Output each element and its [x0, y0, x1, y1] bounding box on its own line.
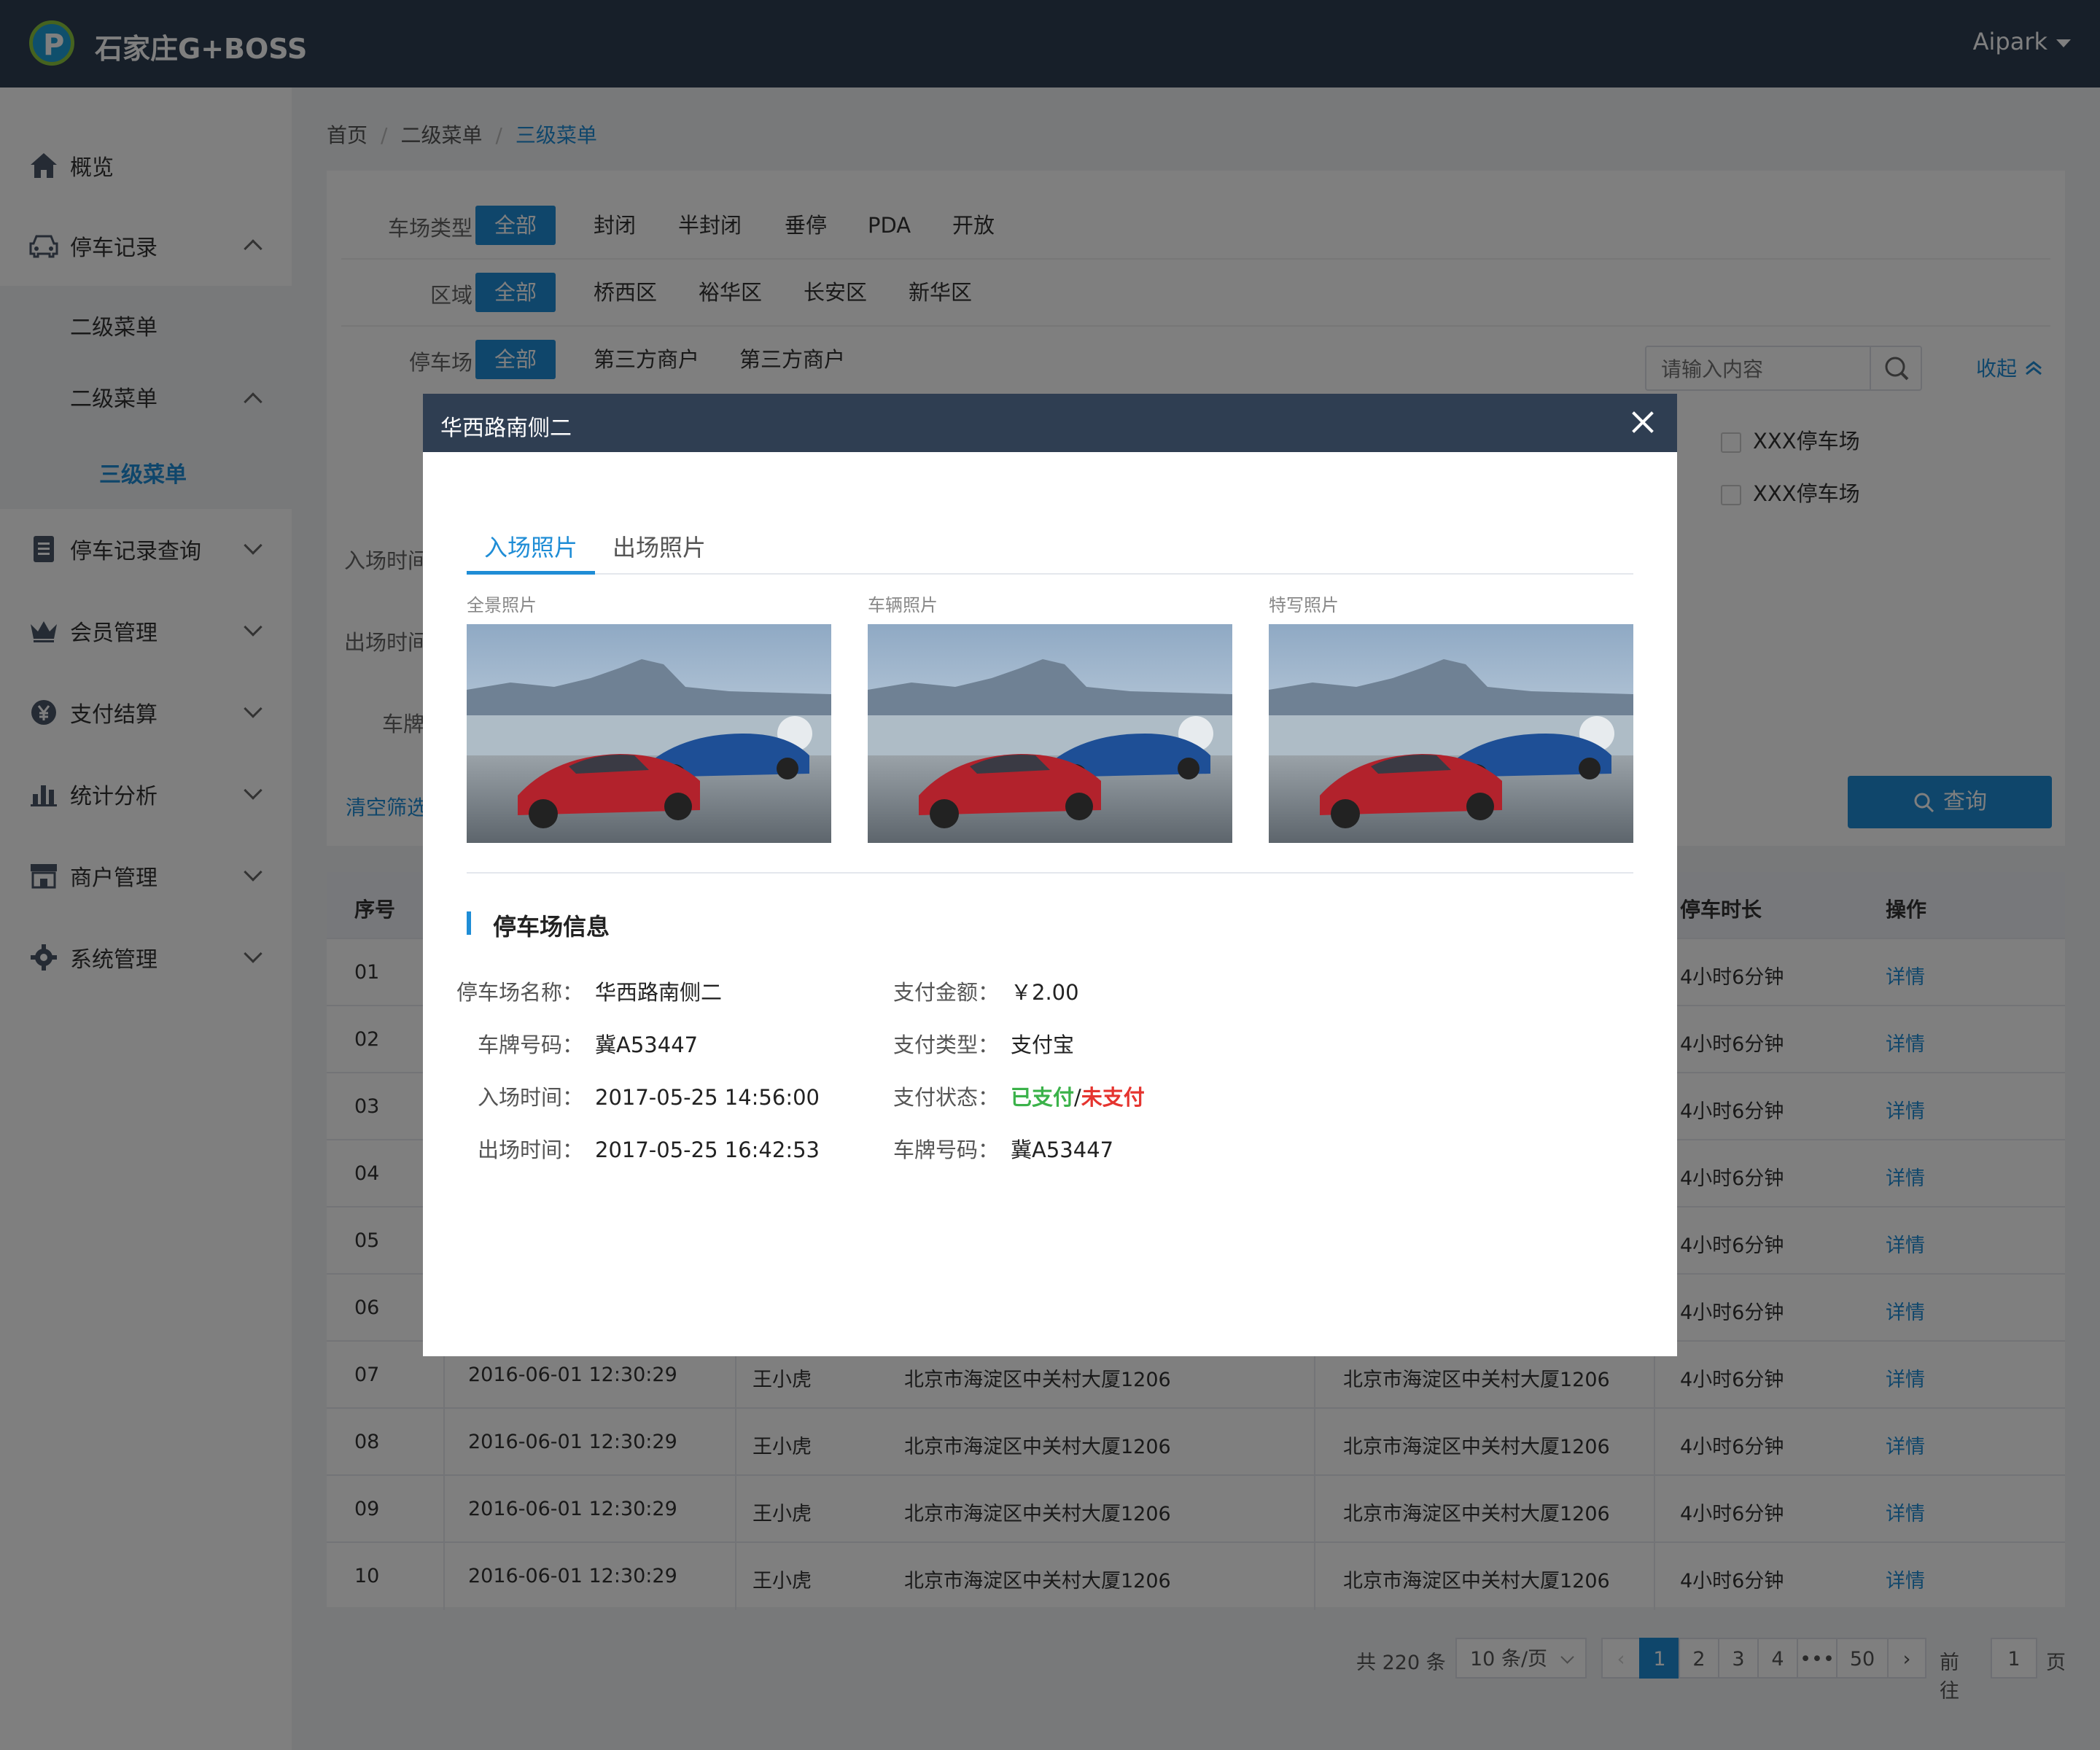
section-divider	[467, 872, 1633, 874]
info-value: ￥2.00	[1011, 980, 1079, 1005]
info-value: 华西路南侧二	[595, 980, 723, 1005]
info-key: 车牌号码：	[892, 1138, 999, 1162]
info-key: 支付状态：	[892, 1085, 999, 1110]
modal-header: 华西路南侧二	[423, 394, 1677, 452]
car-scene-image	[467, 624, 831, 843]
info-key: 支付类型：	[892, 1032, 999, 1057]
panorama-photo[interactable]	[467, 624, 831, 843]
section-title: 停车场信息	[467, 909, 610, 942]
car-scene-image	[1269, 624, 1633, 843]
photo-label: 全景照片	[467, 595, 537, 615]
info-value: 冀A53447	[595, 1032, 699, 1057]
status-unpaid: 未支付	[1081, 1085, 1145, 1110]
info-value: 2017-05-25 14:56:00	[595, 1085, 820, 1110]
info-value: 2017-05-25 16:42:53	[595, 1138, 820, 1162]
info-pay-status: 支付状态： 已支付/未支付	[882, 1081, 1145, 1111]
close-icon[interactable]	[1625, 404, 1661, 440]
info-key: 停车场名称：	[456, 980, 583, 1005]
photo-tabs: 入场照片 出场照片	[467, 522, 1633, 575]
status-separator: /	[1074, 1085, 1081, 1110]
info-pay-amount: 支付金额： ￥2.00	[882, 976, 1079, 1006]
info-value: 支付宝	[1011, 1032, 1075, 1057]
info-lot-name: 停车场名称： 华西路南侧二	[452, 976, 722, 1006]
info-entry-time: 入场时间： 2017-05-25 14:56:00	[452, 1081, 820, 1111]
info-value: 冀A53447	[1011, 1138, 1114, 1162]
status-paid: 已支付	[1011, 1085, 1075, 1110]
closeup-photo[interactable]	[1269, 624, 1633, 843]
info-key: 车牌号码：	[477, 1032, 583, 1057]
detail-modal: 华西路南侧二 入场照片 出场照片 全景照片 车辆照片 特写照片 停车场信息 停车…	[423, 394, 1677, 1356]
tab-entry-photos[interactable]: 入场照片	[467, 529, 596, 575]
photo-label: 车辆照片	[868, 595, 938, 615]
info-key: 入场时间：	[477, 1085, 583, 1110]
info-plate: 车牌号码： 冀A53447	[452, 1028, 698, 1059]
modal-title: 华西路南侧二	[440, 416, 572, 441]
vehicle-photo[interactable]	[868, 624, 1232, 843]
car-scene-image	[868, 624, 1232, 843]
info-key: 支付金额：	[892, 980, 999, 1005]
info-key: 出场时间：	[477, 1138, 583, 1162]
info-exit-time: 出场时间： 2017-05-25 16:42:53	[452, 1133, 820, 1164]
info-plate-2: 车牌号码： 冀A53447	[882, 1133, 1113, 1164]
info-pay-type: 支付类型： 支付宝	[882, 1028, 1074, 1059]
photo-label: 特写照片	[1269, 595, 1339, 615]
tab-exit-photos[interactable]: 出场照片	[612, 529, 706, 575]
